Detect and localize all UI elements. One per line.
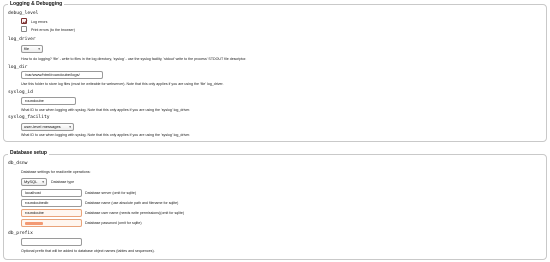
log-dir-key: log_dir (8, 65, 28, 70)
syslog-facility-select[interactable]: user-level messages ▾ (21, 123, 74, 131)
chevron-down-icon: ▾ (38, 47, 40, 51)
syslog-facility-hint: What ID to use when logging with syslog.… (21, 133, 191, 137)
db-name-input[interactable]: roundcubedb (21, 199, 82, 207)
syslog-id-input[interactable]: roundcube (21, 97, 76, 105)
log-driver-select[interactable]: file ▾ (21, 45, 43, 53)
check-icon (22, 19, 28, 25)
database-legend: Database setup (8, 150, 49, 156)
syslog-id-hint: What ID to use when logging with syslog.… (21, 108, 191, 112)
log-dir-hint: Use this folder to store log files (must… (21, 82, 224, 86)
syslog-facility-value: user-level messages (24, 124, 61, 129)
log-driver-key: log_driver (8, 37, 36, 42)
db-name-label: Database name (use absolute path and fil… (85, 201, 179, 205)
syslog-id-key: syslog_id (8, 90, 33, 95)
db-dsnw-key: db_dsnw (8, 161, 28, 166)
log-errors-checkbox[interactable] (21, 18, 28, 25)
db-type-label: Database type (51, 180, 75, 184)
db-prefix-key: db_prefix (8, 231, 33, 236)
chevron-down-icon: ▾ (69, 125, 71, 129)
log-errors-label: Log errors (31, 19, 48, 24)
log-driver-hint: How to do logging? 'file' - write to fil… (21, 57, 247, 61)
password-mask (25, 221, 43, 225)
chevron-down-icon: ▾ (42, 180, 44, 184)
debug-level-key: debug_level (8, 11, 39, 16)
log-driver-value: file (24, 46, 30, 51)
logging-legend: Logging & Debugging (8, 1, 65, 7)
db-prefix-input[interactable] (21, 238, 82, 246)
db-server-input[interactable]: localhost (21, 189, 82, 197)
db-user-input[interactable]: roundcube (21, 209, 82, 217)
db-dsnw-intro: Database settings for read/write operati… (21, 170, 91, 174)
db-prefix-hint: Optional prefix that will be added to da… (21, 249, 155, 253)
print-errors-checkbox[interactable] (21, 26, 27, 32)
db-type-value: MySQL (24, 179, 38, 184)
print-errors-label: Print errors (to the browser) (31, 27, 75, 32)
db-password-label: Database password (omit for sqlite) (85, 221, 142, 225)
db-password-input[interactable] (21, 219, 82, 227)
syslog-facility-key: syslog_facility (8, 115, 50, 120)
db-server-label: Database server (omit for sqlite) (85, 191, 137, 195)
db-type-select[interactable]: MySQL ▾ (21, 178, 47, 186)
db-user-label: Database user name (needs write permissi… (85, 211, 185, 215)
log-dir-input[interactable]: /var/www/html/roundcube/logs/ (21, 71, 103, 79)
